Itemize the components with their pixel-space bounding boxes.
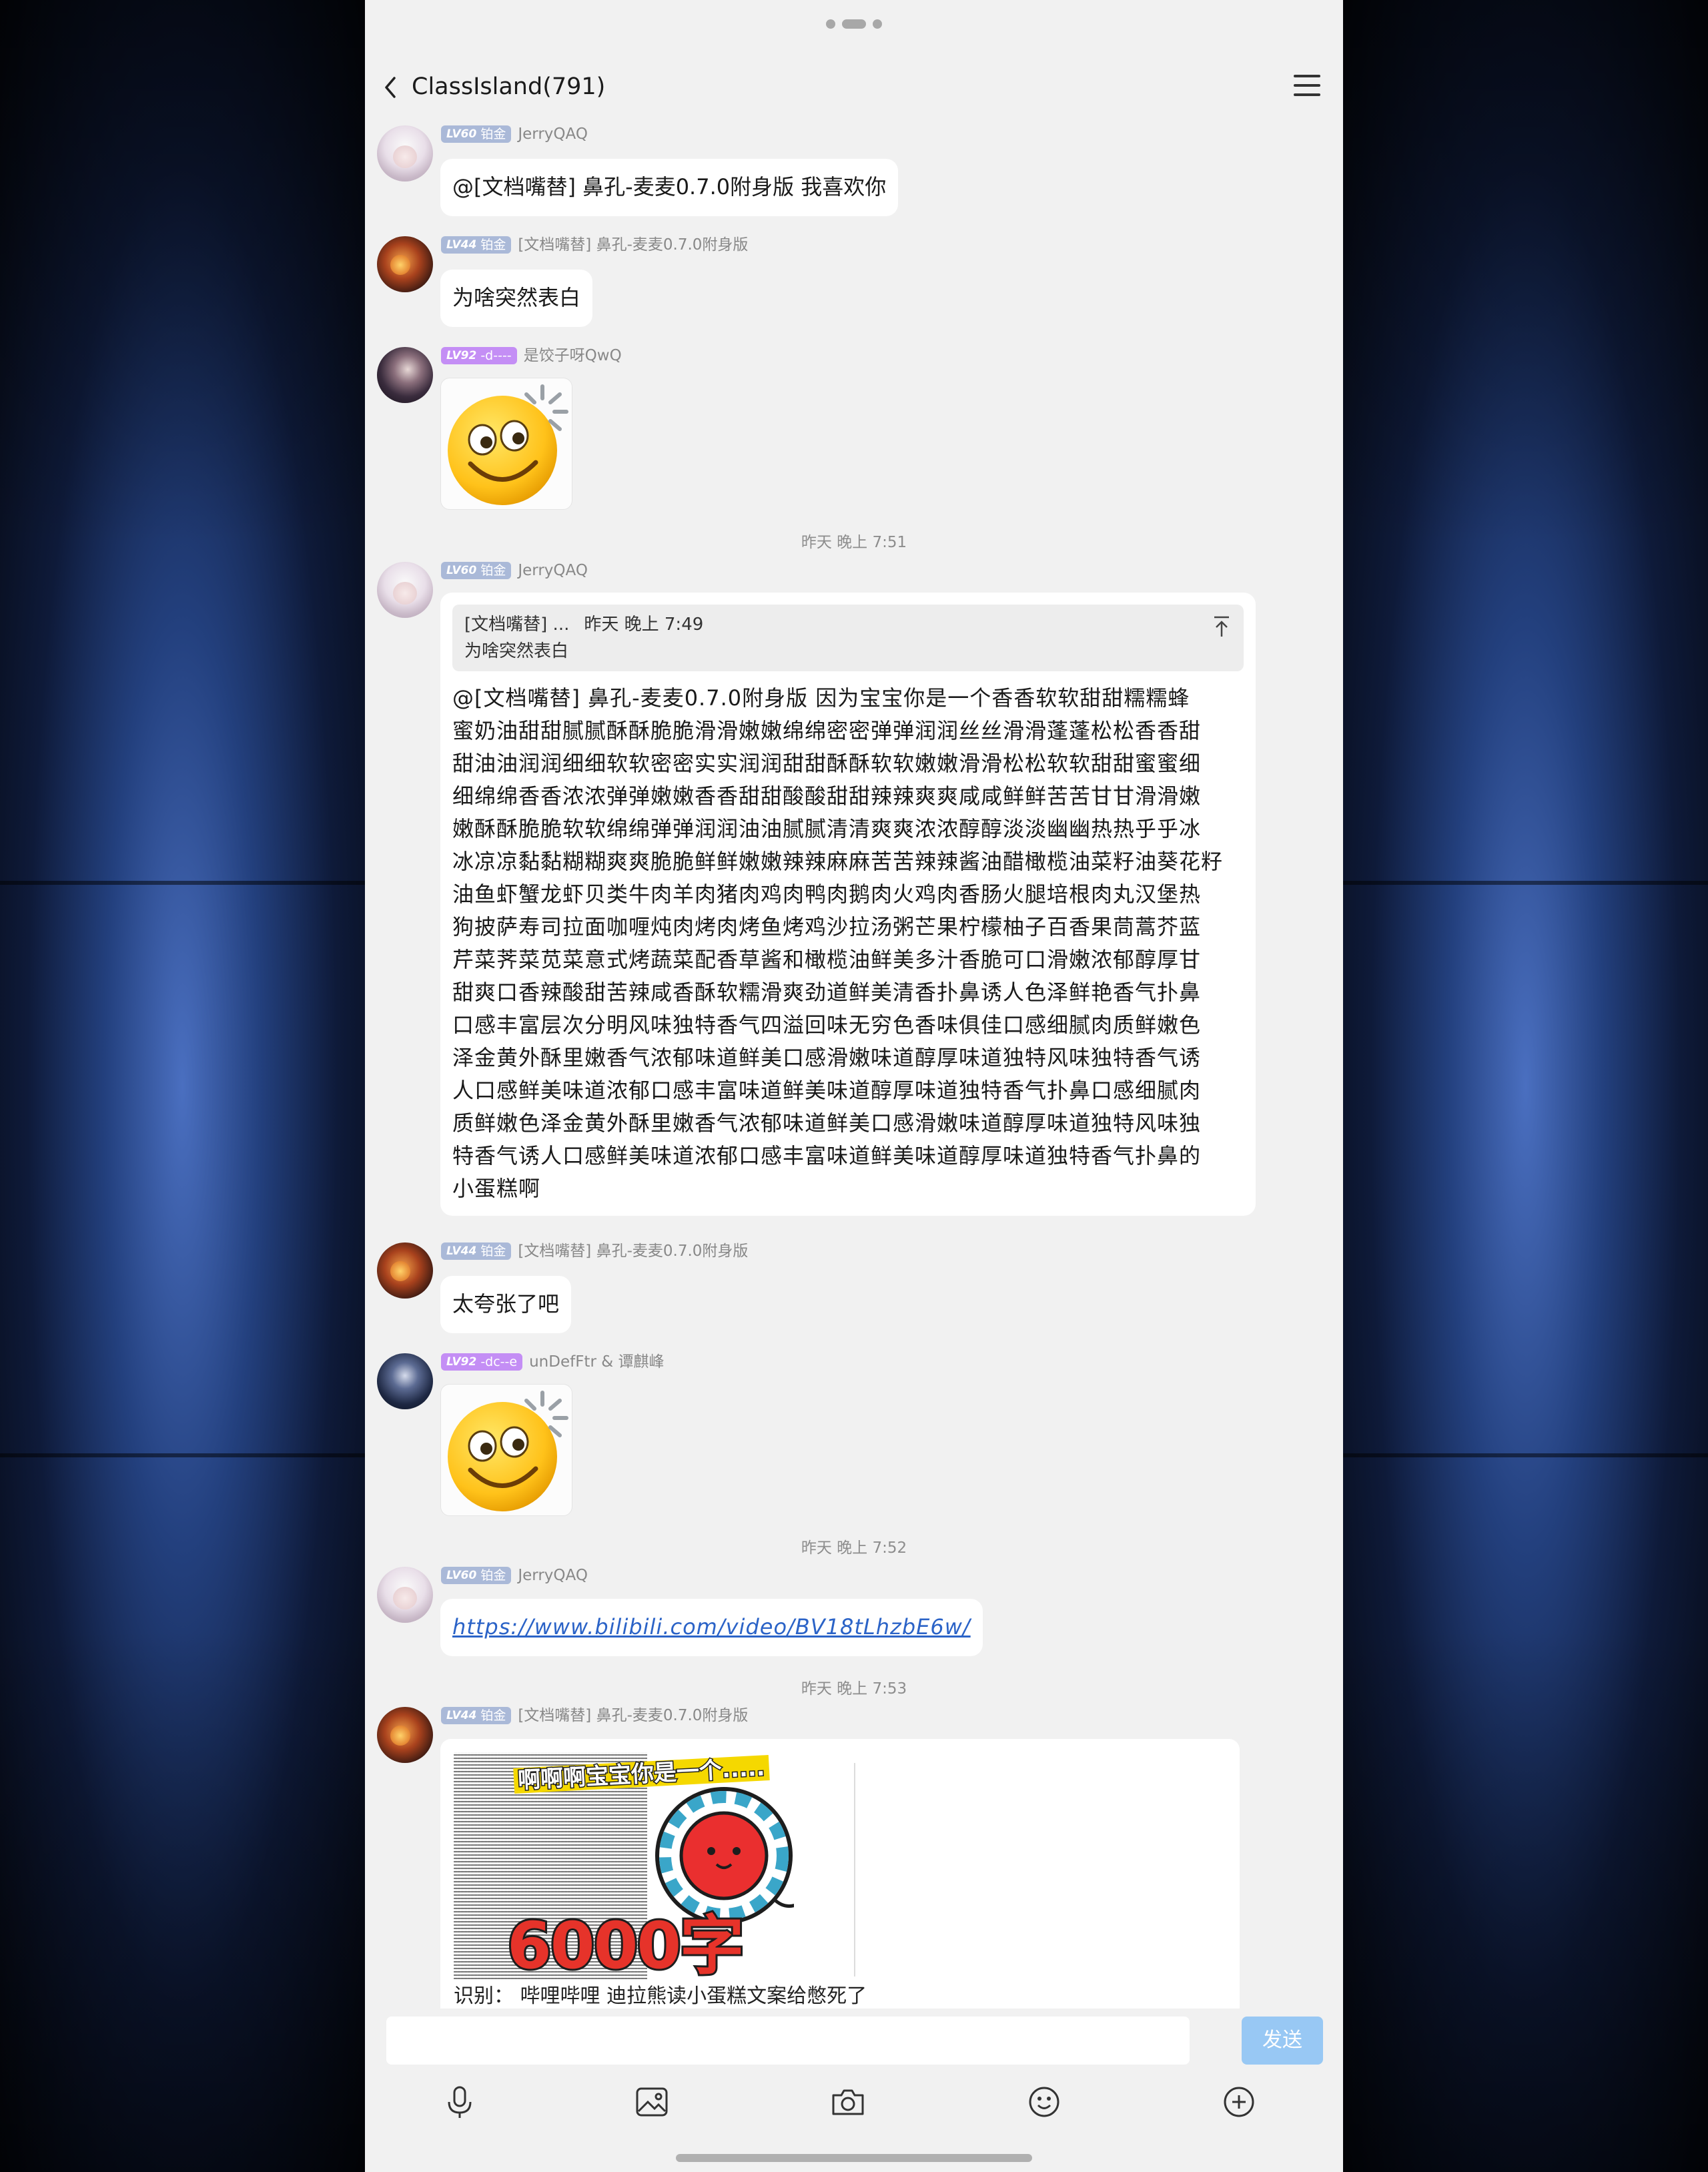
level-badge: LV60 铂金 [441,1567,512,1584]
image-message[interactable]: 啊啊啊宝宝你是一个..... 6000字 识别： 哔哩哔哩 迪拉熊读小蛋糕文案给… [440,1739,1240,2019]
sender-name[interactable]: 是饺子呀QwQ [524,346,622,366]
camera-icon[interactable] [828,2082,868,2122]
level-badge: LV44 铂金 [441,236,512,254]
ocr-text: 识别： 哔哩哔哩 迪拉熊读小蛋糕文案给憋死了 [454,1984,867,2008]
message-bubble[interactable]: [文档嘴替] ... 昨天 晚上 7:49 为啥突然表白 @[文档嘴替] 鼻孔-麦… [440,593,1256,1216]
home-indicator[interactable] [676,2154,1032,2162]
window-drag-handle[interactable] [826,19,882,29]
avatar[interactable] [377,125,433,182]
composer-bar: 发送 [365,2009,1343,2172]
menu-icon[interactable] [1294,75,1320,99]
right-wallpaper [1343,0,1708,2172]
video-link[interactable]: https://www.bilibili.com/video/BV18tLhzb… [452,1614,971,1640]
chat-title: ClassIsland(791) [412,73,606,100]
left-wallpaper [0,0,365,2172]
level-badge: LV44 铂金 [441,1707,512,1724]
thinking-smiley-sticker[interactable] [440,378,572,510]
avatar[interactable] [377,562,433,618]
message-bubble[interactable]: 为啥突然表白 [440,270,593,327]
microphone-icon[interactable] [440,2082,480,2122]
thinking-face-icon [448,1391,568,1511]
level-badge: LV44 铂金 [441,1242,512,1260]
thinking-smiley-sticker[interactable] [440,1384,572,1516]
emoji-icon[interactable] [1024,2082,1064,2122]
image-icon[interactable] [632,2082,672,2122]
message-text: @[文档嘴替] 鼻孔-麦麦0.7.0附身版 因为宝宝你是一个香香软软甜甜糯糯蜂 … [452,685,1224,1201]
message-bubble[interactable]: https://www.bilibili.com/video/BV18tLhzb… [440,1599,983,1656]
quote-author: [文档嘴替] ... [464,615,570,635]
avatar[interactable] [377,347,433,403]
level-badge: LV92 -d---- [441,347,517,364]
avatar[interactable] [377,236,433,292]
quoted-reply[interactable]: [文档嘴替] ... 昨天 晚上 7:49 为啥突然表白 [452,605,1244,671]
timestamp-divider: 昨天 晚上 7:53 [801,1680,907,1698]
message-bubble[interactable]: 太夸张了吧 [440,1276,572,1333]
quote-time: 昨天 晚上 7:49 [584,615,704,635]
sender-name[interactable]: [文档嘴替] 鼻孔-麦麦0.7.0附身版 [518,235,748,255]
thinking-face-icon [448,384,568,505]
jump-to-original-icon[interactable] [1212,615,1232,638]
sender-name[interactable]: [文档嘴替] 鼻孔-麦麦0.7.0附身版 [518,1706,748,1726]
level-badge: LV60 铂金 [441,562,512,579]
chat-header: ClassIsland(791) [365,64,1343,111]
image-big-text: 6000字 [505,1908,746,1983]
avatar[interactable] [377,1567,433,1623]
message-input[interactable] [386,2017,1190,2065]
sender-name[interactable]: JerryQAQ [518,561,588,581]
avatar[interactable] [377,1353,433,1409]
plus-circle-icon[interactable] [1219,2082,1259,2122]
divider [854,1763,855,1976]
level-badge: LV92 -dc--e [441,1353,523,1371]
level-badge: LV60 铂金 [441,125,512,143]
timestamp-divider: 昨天 晚上 7:51 [801,534,907,551]
message-bubble[interactable]: @[文档嘴替] 鼻孔-麦麦0.7.0附身版 我喜欢你 [440,159,899,216]
avatar[interactable] [377,1242,433,1299]
video-thumbnail-image[interactable]: 啊啊啊宝宝你是一个..... 6000字 [454,1752,814,1983]
taiko-drum-mascot-icon [655,1787,794,1924]
sender-name[interactable]: unDefFtr & 谭麒峰 [529,1352,664,1372]
sender-name[interactable]: JerryQAQ [518,1565,588,1585]
sender-name[interactable]: [文档嘴替] 鼻孔-麦麦0.7.0附身版 [518,1241,748,1261]
chat-window: ClassIsland(791) LV60 铂金 JerryQAQ @[文档嘴替]… [365,0,1343,2172]
quote-text: 为啥突然表白 [464,641,569,661]
timestamp-divider: 昨天 晚上 7:52 [801,1539,907,1557]
sender-name[interactable]: JerryQAQ [518,124,588,144]
send-button[interactable]: 发送 [1242,2017,1323,2065]
avatar[interactable] [377,1707,433,1763]
back-arrow-icon[interactable] [378,74,405,101]
